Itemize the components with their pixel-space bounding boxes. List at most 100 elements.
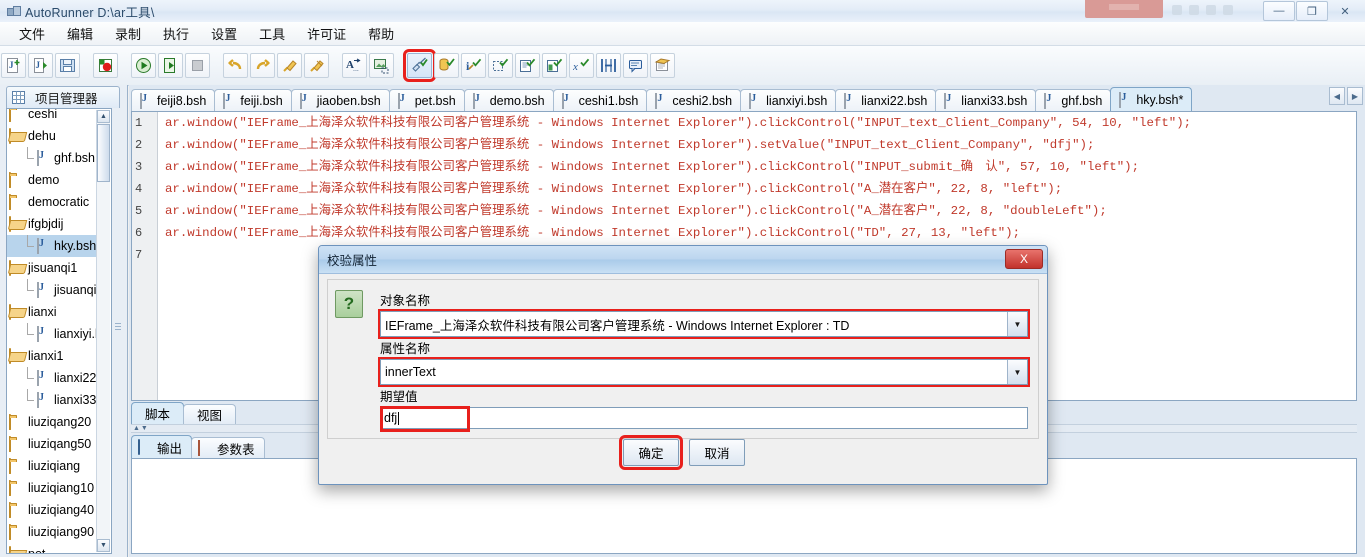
menu-item-4[interactable]: 设置	[200, 22, 248, 45]
run-button[interactable]	[131, 53, 156, 78]
excel-check-button[interactable]	[542, 53, 567, 78]
project-tree[interactable]: ceshi dehu ghf.bsh demo democratic ifgbjdij hk…	[6, 108, 112, 554]
editor-tab-lianxi33-bsh[interactable]: lianxi33.bsh	[935, 89, 1037, 111]
tree-scroll-up-icon[interactable]: ▲	[97, 110, 110, 123]
menu-item-3[interactable]: 执行	[152, 22, 200, 45]
tree-item[interactable]: liuziqang50	[7, 433, 99, 455]
open-script-button[interactable]: J	[28, 53, 53, 78]
tree-item[interactable]: lianxiyi.bs	[7, 323, 108, 345]
tree-item[interactable]: liuziqiang10	[7, 477, 99, 499]
menu-item-2[interactable]: 录制	[104, 22, 152, 45]
editor-tab-feiji-bsh[interactable]: feiji.bsh	[214, 89, 292, 111]
editor-tab-demo-bsh[interactable]: demo.bsh	[463, 89, 554, 111]
db-check-button[interactable]	[434, 53, 459, 78]
menu-item-6[interactable]: 许可证	[296, 22, 357, 45]
property-name-combo[interactable]: innerText ▼	[378, 357, 1030, 387]
script-file-icon	[35, 150, 50, 166]
menu-item-1[interactable]: 编辑	[56, 22, 104, 45]
redo-button[interactable]	[250, 53, 275, 78]
tree-scroll-down-icon[interactable]: ▼	[97, 539, 110, 552]
editor-tab-ceshi1-bsh[interactable]: ceshi1.bsh	[552, 89, 648, 111]
view-tab-0[interactable]: 脚本	[131, 402, 185, 424]
minimize-button[interactable]: —	[1263, 1, 1295, 21]
tree-scrollbar[interactable]: ▲ ▼	[96, 110, 110, 552]
tree-item[interactable]: ceshi	[7, 109, 99, 125]
output-tab-1[interactable]: 参数表	[191, 437, 265, 458]
property-name-chevron-down-icon[interactable]: ▼	[1007, 360, 1027, 384]
toolbar-separator	[119, 53, 130, 78]
report-button[interactable]	[650, 53, 675, 78]
tree-item[interactable]: ifgbjdij	[7, 213, 99, 235]
tree-item[interactable]: liuziqiang40	[7, 499, 99, 521]
line-number: 7	[135, 248, 143, 262]
cancel-button[interactable]: 取消	[689, 439, 745, 466]
tree-item[interactable]: liuziqang20	[7, 411, 99, 433]
text-check-button[interactable]: A...	[342, 53, 367, 78]
info-check-button[interactable]: i	[461, 53, 486, 78]
tree-item[interactable]: lianxi33.b	[7, 389, 107, 411]
menu-item-0[interactable]: 文件	[8, 22, 56, 45]
tree-item[interactable]: democratic	[7, 191, 99, 213]
editor-tab-hky-bsh-[interactable]: hky.bsh*	[1110, 87, 1193, 111]
svg-text:i: i	[466, 59, 470, 73]
formula-check-icon: x	[573, 57, 590, 74]
tree-item[interactable]: lianxi1	[7, 345, 99, 367]
tab-scroll-left-icon[interactable]: ◀	[1329, 87, 1345, 105]
tab-project-explorer[interactable]: 项目管理器	[6, 86, 120, 108]
editor-tab-lianxi22-bsh[interactable]: lianxi22.bsh	[835, 89, 937, 111]
maximize-button[interactable]: ❐	[1296, 1, 1328, 21]
editor-tab-ghf-bsh[interactable]: ghf.bsh	[1035, 89, 1112, 111]
image-check-button[interactable]	[369, 53, 394, 78]
view-tab-1[interactable]: 视图	[183, 404, 237, 424]
tree-item[interactable]: lianxi22.b	[7, 367, 107, 389]
insert-point-button[interactable]	[277, 53, 302, 78]
new-script-button[interactable]: J	[1, 53, 26, 78]
excel-check-icon	[546, 57, 563, 74]
tree-item[interactable]: jisuanqi1	[7, 257, 99, 279]
tree-item[interactable]: liuziqiang	[7, 455, 99, 477]
editor-tab-label: ceshi2.bsh	[672, 93, 733, 108]
run-step-button[interactable]	[158, 53, 183, 78]
tree-item[interactable]: jisuanqi5	[7, 279, 103, 301]
tree-item[interactable]: liuziqiang90	[7, 521, 99, 543]
editor-tab-jiaoben-bsh[interactable]: jiaoben.bsh	[290, 89, 390, 111]
menu-item-5[interactable]: 工具	[248, 22, 296, 45]
tree-item[interactable]: demo	[7, 169, 99, 191]
editor-tab-feiji8-bsh[interactable]: feiji8.bsh	[131, 89, 216, 111]
region-check-button[interactable]	[488, 53, 513, 78]
tree-item[interactable]: dehu	[7, 125, 99, 147]
toolbar-separator	[330, 53, 341, 78]
output-tab-0[interactable]: 输出	[131, 435, 193, 458]
save-button[interactable]	[55, 53, 80, 78]
comment-button[interactable]	[623, 53, 648, 78]
tree-item[interactable]: pet	[7, 543, 99, 553]
editor-tab-lianxiyi-bsh[interactable]: lianxiyi.bsh	[740, 89, 837, 111]
editor-tab-label: jiaoben.bsh	[316, 93, 381, 108]
editor-tab-ceshi2-bsh[interactable]: ceshi2.bsh	[646, 89, 742, 111]
tree-item[interactable]: ghf.bsh	[7, 147, 99, 169]
tab-scroll-right-icon[interactable]: ▶	[1347, 87, 1363, 105]
property-check-button[interactable]	[403, 49, 436, 82]
tree-item[interactable]: lianxi	[7, 301, 99, 323]
dialog-close-button[interactable]: X	[1005, 249, 1043, 269]
remove-point-button[interactable]	[304, 53, 329, 78]
close-button[interactable]: ✕	[1329, 1, 1361, 21]
folder-open-icon	[9, 348, 24, 364]
menu-item-7[interactable]: 帮助	[357, 22, 405, 45]
ok-button[interactable]: 确定	[619, 435, 683, 470]
undo-button[interactable]	[223, 53, 248, 78]
sync-point-button[interactable]	[596, 53, 621, 78]
object-name-combo[interactable]: IEFrame_上海泽众软件科技有限公司客户管理系统 - Windows Int…	[378, 309, 1030, 339]
tree-scroll-thumb[interactable]	[97, 124, 110, 182]
record-button[interactable]	[93, 53, 118, 78]
doc-check-button[interactable]	[515, 53, 540, 78]
code-line: ar.window("IEFrame_上海泽众软件科技有限公司客户管理系统 - …	[165, 204, 1107, 218]
folder-open-icon	[9, 304, 24, 320]
object-name-chevron-down-icon[interactable]: ▼	[1007, 312, 1027, 336]
formula-check-button[interactable]: x	[569, 53, 594, 78]
expected-value-input[interactable]: dfj	[380, 406, 1028, 432]
tree-item[interactable]: hky.bsh	[7, 235, 99, 257]
editor-tab-pet-bsh[interactable]: pet.bsh	[388, 89, 465, 111]
panel-splitter[interactable]	[114, 108, 122, 554]
stop-button[interactable]	[185, 53, 210, 78]
